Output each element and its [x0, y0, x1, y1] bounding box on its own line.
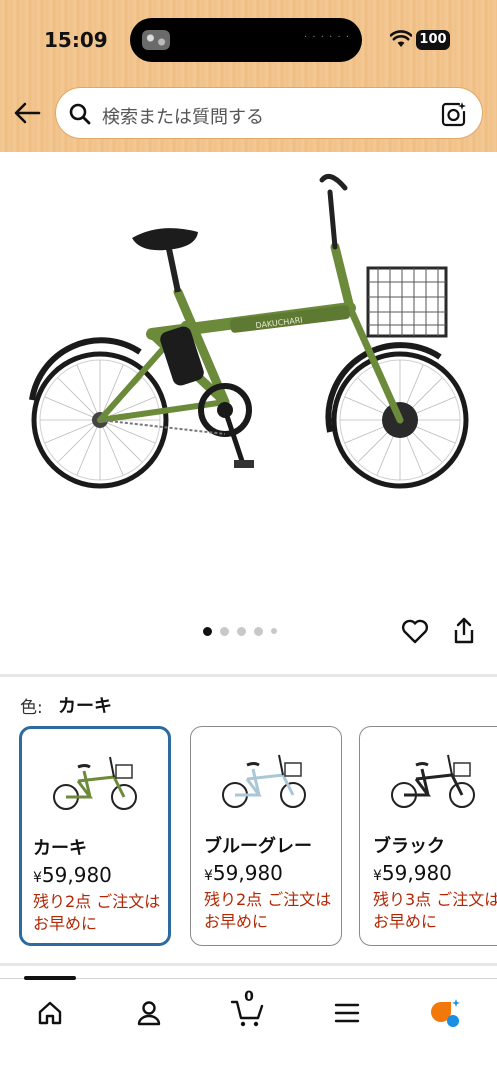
home-icon [38, 1001, 62, 1025]
selected-variant-name: カーキ [58, 696, 112, 717]
section-divider [0, 674, 497, 677]
carousel-dot-5[interactable] [271, 628, 277, 634]
variant-swatch-khaki[interactable]: カーキ ¥59,980 残り2点 ご注文はお早めに [19, 726, 171, 946]
status-time: 15:09 [44, 28, 108, 52]
share-icon[interactable] [450, 616, 478, 646]
bicycle-illustration: DAKUCHARI [29, 173, 469, 489]
back-arrow-icon[interactable] [12, 98, 42, 128]
active-tab-indicator [24, 976, 76, 980]
swatch-stock-status: 残り2点 ご注文はお早めに [204, 890, 332, 931]
person-icon [137, 1001, 161, 1026]
camera-search-icon[interactable] [440, 100, 468, 128]
nav-menu[interactable] [327, 993, 367, 1033]
carousel-dot-3[interactable] [237, 626, 246, 636]
variant-label: 色: [20, 698, 43, 718]
product-image[interactable]: DAKUCHARI [0, 152, 497, 612]
swatch-stock-status: 残り3点 ご注文はお早めに [373, 890, 497, 931]
island-waveform-icon: · · · · · · [304, 32, 350, 43]
swatch-price: ¥59,980 [373, 861, 452, 885]
swatch-price: ¥59,980 [33, 863, 112, 887]
carousel-dots[interactable] [203, 625, 277, 637]
swatch-bike-image [391, 754, 475, 808]
nav-cart[interactable]: 0 [228, 989, 268, 1033]
heart-icon[interactable] [400, 616, 430, 646]
wifi-icon [390, 30, 412, 47]
variant-swatch-black[interactable]: ブラック ¥59,980 残り3点 ご注文はお早めに [359, 726, 497, 946]
nav-rufus-assistant[interactable] [426, 993, 466, 1033]
carousel-dot-4[interactable] [254, 626, 263, 636]
section-divider [0, 963, 497, 966]
battery-indicator: 100 [416, 30, 450, 50]
search-input[interactable]: 検索または質問する [55, 87, 483, 139]
variant-swatch-blue-gray[interactable]: ブルーグレー ¥59,980 残り2点 ご注文はお早めに [190, 726, 342, 946]
carousel-dot-2[interactable] [220, 626, 229, 636]
swatch-bike-image [53, 756, 137, 810]
swatch-name: ブルーグレー [204, 836, 312, 857]
hamburger-menu-icon [334, 1003, 360, 1023]
bottom-nav: 0 [0, 976, 497, 1080]
swatch-price: ¥59,980 [204, 861, 283, 885]
swatch-stock-status: 残り2点 ご注文はお早めに [33, 892, 161, 933]
nav-home[interactable] [30, 993, 70, 1033]
status-bar: 15:09 · · · · · · 100 [0, 0, 497, 82]
ai-assistant-icon [431, 999, 460, 1027]
search-placeholder: 検索または質問する [102, 107, 264, 128]
dynamic-island: · · · · · · [130, 18, 362, 62]
cart-count-badge: 0 [244, 989, 254, 1005]
search-icon [69, 103, 91, 125]
nav-account[interactable] [129, 993, 169, 1033]
search-row: 検索または質問する [0, 82, 497, 146]
swatch-bike-image [222, 754, 306, 808]
carousel-dot-1[interactable] [203, 626, 212, 636]
variant-swatch-list: カーキ ¥59,980 残り2点 ご注文はお早めに ブルーグレー ¥59,980… [0, 726, 497, 948]
swatch-name: ブラック [373, 836, 445, 857]
header: 15:09 · · · · · · 100 検索または質問する [0, 0, 497, 152]
now-playing-thumbnail [142, 30, 170, 50]
swatch-name: カーキ [33, 838, 87, 859]
